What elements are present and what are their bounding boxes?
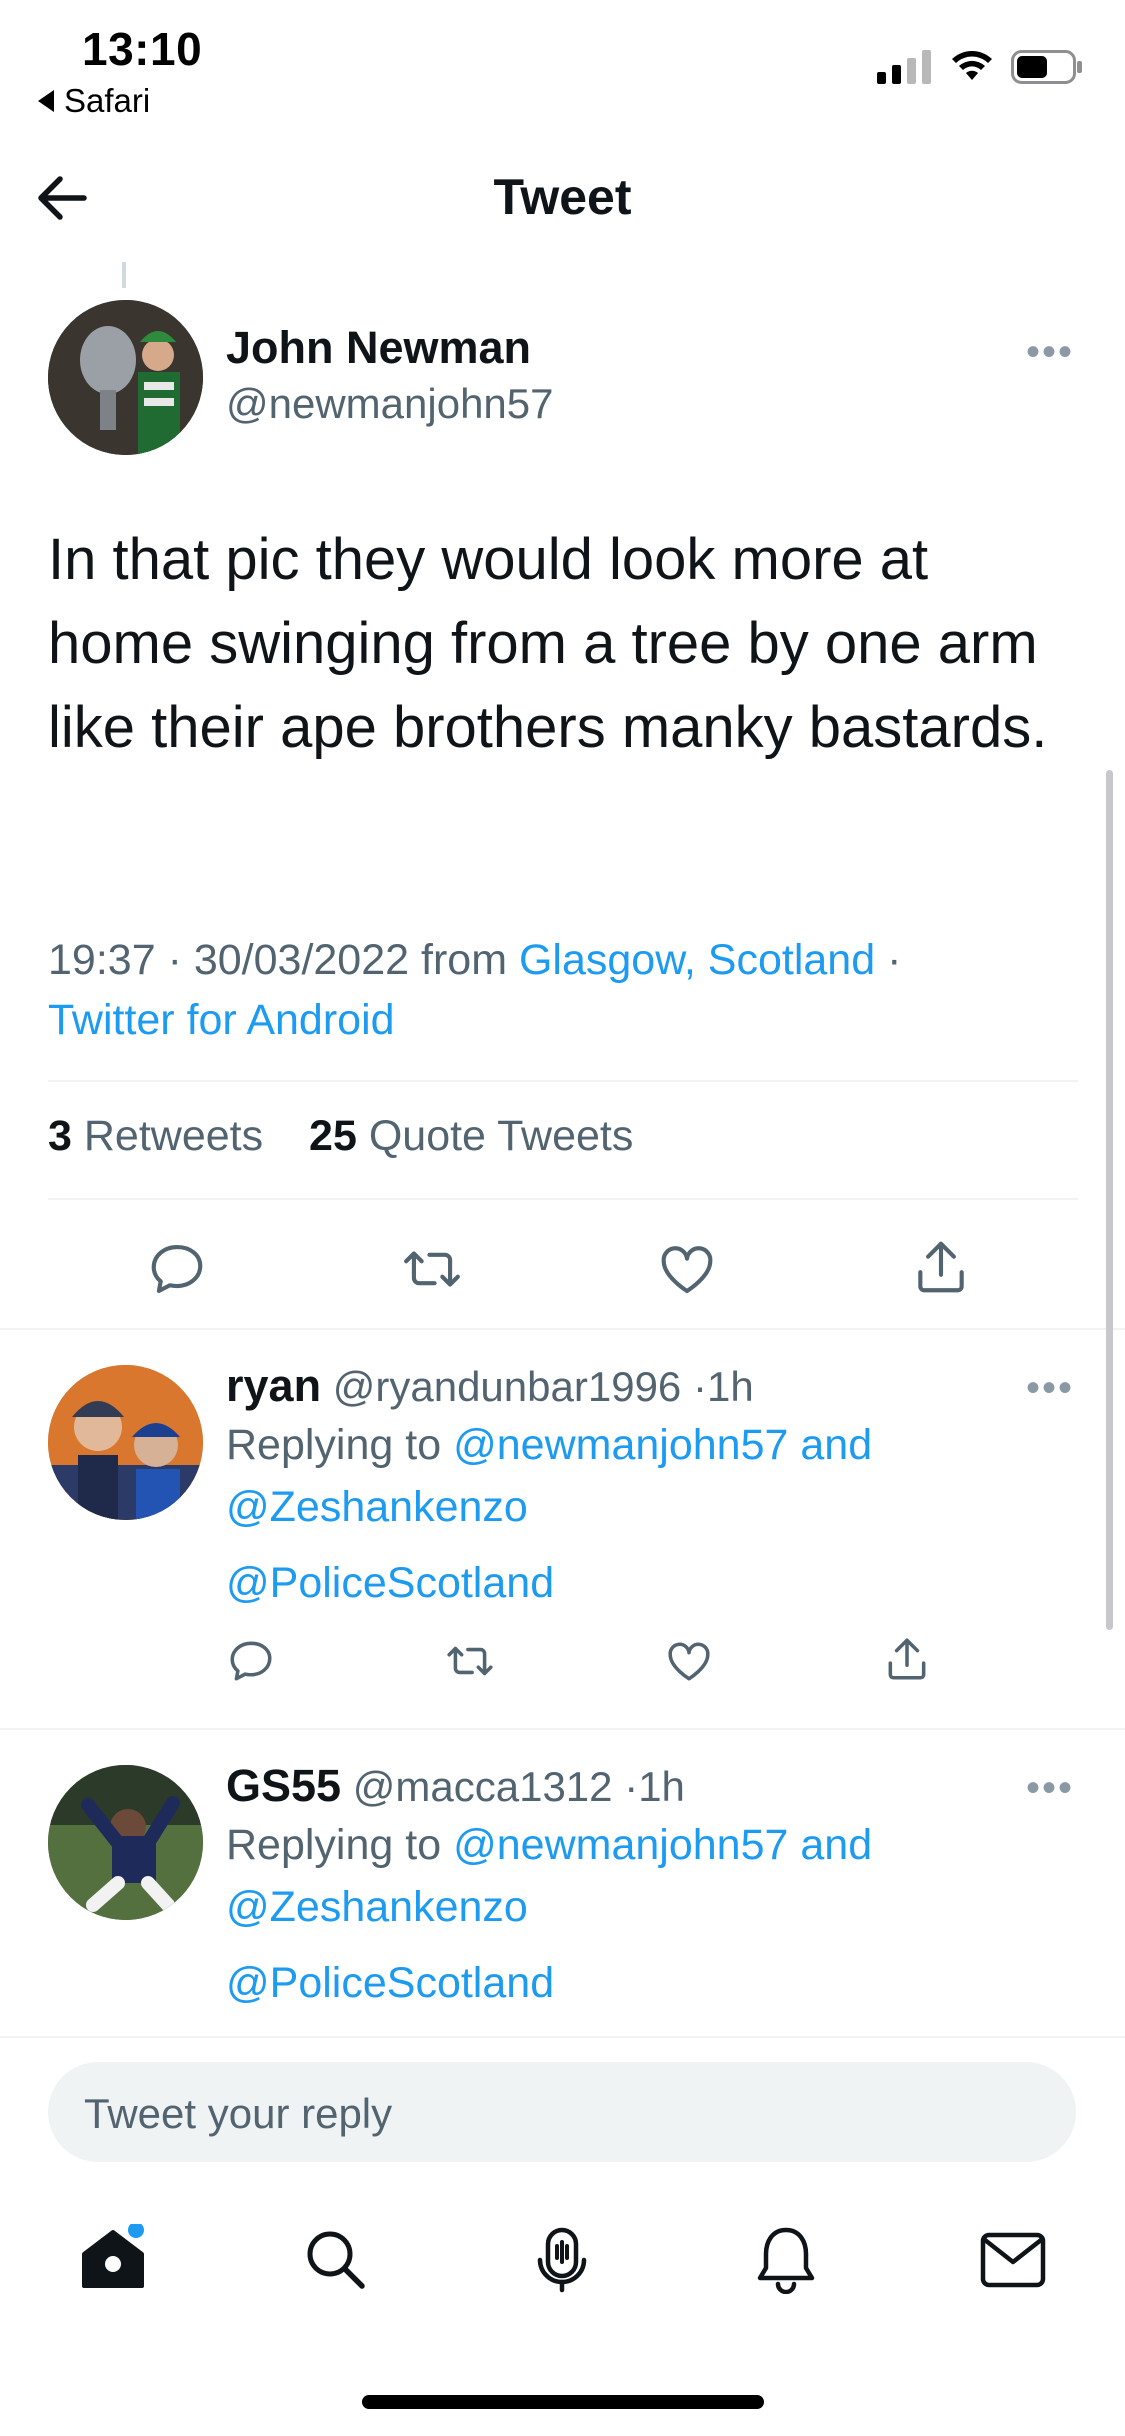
page-title: Tweet [493, 169, 632, 225]
retweet-icon [447, 1646, 493, 1676]
reply-button[interactable] [146, 1238, 208, 1305]
spaces-icon [537, 2227, 587, 2293]
tweet-client-link[interactable]: Twitter for Android [48, 996, 395, 1044]
more-options-icon[interactable]: ••• [1026, 330, 1074, 375]
divider [48, 1198, 1078, 1200]
home-icon [82, 2222, 144, 2288]
mention-link[interactable]: @PoliceScotland [226, 1959, 554, 2007]
retweet-icon [404, 1251, 460, 1287]
reply-text: @PoliceScotland [226, 1952, 554, 2014]
avatar[interactable] [48, 1765, 203, 1920]
replying-prefix: Replying to [226, 1821, 442, 1869]
tab-home[interactable] [78, 2222, 148, 2299]
meta-separator: · [167, 936, 194, 984]
battery-icon [1011, 50, 1082, 84]
reply-header: ryan @ryandunbar1996 ·1h [226, 1360, 754, 1412]
heart-icon [668, 1642, 710, 1681]
home-indicator[interactable] [362, 2395, 764, 2409]
divider [48, 1080, 1078, 1082]
tweet-date: 30/03/2022 [193, 936, 410, 984]
replying-to-link[interactable]: @newmanjohn57 [453, 1821, 788, 1869]
author-handle[interactable]: @newmanjohn57 [226, 380, 554, 428]
replying-to: Replying to @newmanjohn57 and @Zeshanken… [226, 1814, 1086, 1938]
back-triangle-icon [38, 90, 54, 112]
mention-link[interactable]: @PoliceScotland [226, 1559, 554, 1607]
quote-tweets-stat[interactable]: 25 Quote Tweets [309, 1112, 633, 1160]
tab-spaces[interactable] [528, 2224, 596, 2299]
reply-input-placeholder[interactable]: Tweet your reply [84, 2090, 392, 2138]
avatar-photo [48, 1365, 203, 1520]
tab-messages[interactable] [980, 2232, 1046, 2293]
tab-notifications[interactable] [754, 2224, 818, 2299]
tweet-metadata: 19:37 · 30/03/2022 from Glasgow, Scotlan… [48, 930, 1088, 1050]
meta-separator: · [887, 936, 902, 984]
tweet-location-link[interactable]: Glasgow, Scotland [519, 936, 875, 984]
messages-icon [980, 2232, 1046, 2288]
replying-to: Replying to @newmanjohn57 and @Zeshanken… [226, 1414, 1086, 1538]
meta-separator: · [624, 1763, 639, 1810]
tweet-stats: 3 Retweets 25 Quote Tweets [48, 1112, 633, 1161]
replying-and: and [800, 1821, 873, 1869]
tab-search[interactable] [302, 2226, 368, 2297]
tweet-time: 19:37 [48, 936, 156, 984]
thread-connector [122, 262, 126, 288]
scrollbar[interactable] [1106, 770, 1113, 1630]
share-button[interactable] [882, 1634, 932, 1689]
avatar[interactable] [48, 1365, 203, 1520]
share-icon [918, 1241, 964, 1293]
notifications-icon [757, 2227, 815, 2295]
share-button[interactable] [910, 1236, 972, 1303]
heart-icon [661, 1246, 713, 1294]
tweet-text: In that pic they would look more at home… [48, 527, 1048, 760]
reply-author-handle[interactable]: @macca1312 [353, 1763, 613, 1810]
reply-header: GS55 @macca1312 ·1h [226, 1760, 685, 1812]
divider [0, 2036, 1125, 2038]
reply-age: 1h [706, 1363, 754, 1410]
wifi-icon [952, 51, 992, 80]
replying-to-link[interactable]: @newmanjohn57 [453, 1421, 788, 1469]
share-icon [888, 1638, 926, 1680]
like-button[interactable] [664, 1636, 714, 1691]
more-options-icon[interactable]: ••• [1026, 1366, 1074, 1411]
like-button[interactable] [656, 1238, 718, 1305]
avatar-photo [48, 300, 203, 455]
retweets-stat[interactable]: 3 Retweets [48, 1112, 263, 1160]
reply-button[interactable] [226, 1636, 276, 1691]
author-name[interactable]: John Newman [226, 322, 531, 374]
status-icons [877, 50, 1083, 84]
search-icon [307, 2231, 365, 2289]
cellular-signal-icon [877, 50, 931, 84]
reply-composer[interactable]: Tweet your reply [48, 2062, 1076, 2162]
avatar[interactable] [48, 300, 203, 455]
status-time: 13:10 [82, 23, 203, 75]
replying-and: and [800, 1421, 873, 1469]
replying-prefix: Replying to [226, 1421, 442, 1469]
more-options-icon[interactable]: ••• [1026, 1766, 1074, 1811]
back-to-safari[interactable]: Safari [38, 82, 150, 120]
reply-age: 1h [638, 1763, 685, 1810]
meta-separator: · [692, 1363, 707, 1410]
replying-to-link[interactable]: @Zeshankenzo [226, 1883, 528, 1931]
retweet-button[interactable] [444, 1636, 496, 1691]
retweet-button[interactable] [400, 1238, 464, 1305]
avatar-photo [48, 1765, 203, 1920]
reply-author-name[interactable]: GS55 [226, 1760, 341, 1811]
back-app-label: Safari [64, 82, 151, 119]
reply-author-name[interactable]: ryan [226, 1360, 321, 1411]
divider [0, 1728, 1125, 1730]
from-label: from [421, 936, 508, 984]
reply-author-handle[interactable]: @ryandunbar1996 [333, 1363, 682, 1410]
replying-to-link[interactable]: @Zeshankenzo [226, 1483, 528, 1531]
divider [0, 1328, 1125, 1330]
reply-icon [230, 1641, 272, 1681]
reply-text: @PoliceScotland [226, 1552, 554, 1614]
reply-icon [151, 1244, 203, 1294]
